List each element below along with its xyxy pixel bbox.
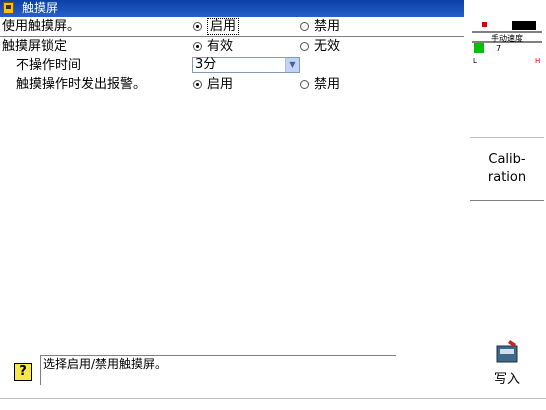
status-green-marker — [474, 43, 484, 53]
radio-lock-valid[interactable]: 有效 — [193, 37, 233, 56]
row-touch-lock: 触摸屏锁定 有效 无效 — [0, 37, 464, 56]
radio-lock-invalid[interactable]: 无效 — [300, 37, 340, 56]
row-label: 触摸屏锁定 — [2, 39, 68, 54]
row-use-touchscreen: 使用触摸屏。 启用 禁用 — [0, 17, 464, 37]
row-label: 使用触摸屏。 — [2, 19, 81, 34]
help-bar: ? 选择启用/禁用触摸屏。 — [14, 355, 398, 387]
window-title: 触摸屏 — [22, 1, 59, 15]
bottom-divider — [0, 398, 546, 399]
idle-time-select[interactable]: 3分 ▼ — [192, 57, 300, 73]
write-label: 写入 — [493, 372, 520, 387]
calibration-label-line1: Calib- — [488, 152, 526, 167]
help-icon: ? — [14, 363, 32, 381]
radio-selected-icon — [193, 80, 202, 89]
speed-value: 7 — [496, 44, 501, 53]
write-icon — [496, 340, 518, 363]
l-label: L — [473, 57, 477, 64]
calibration-button[interactable]: Calib- ration — [470, 137, 544, 201]
radio-unselected-icon — [300, 80, 309, 89]
radio-alarm-disable[interactable]: 禁用 — [300, 75, 340, 94]
radio-disable-touchscreen[interactable]: 禁用 — [300, 17, 340, 36]
radio-enable-touchscreen[interactable]: 启用 — [193, 17, 240, 36]
row-idle-time: 不操作时间 3分 ▼ — [0, 56, 464, 75]
speed-label: 手动速度 — [491, 34, 523, 43]
right-function-panel: 7 L H 手动速度 Calib- ration 写入 — [468, 0, 546, 410]
row-label: 不操作时间 — [16, 58, 82, 73]
h-label: H — [535, 57, 540, 64]
row-touch-alarm: 触摸操作时发出报警。 启用 禁用 — [0, 75, 464, 94]
chevron-down-icon[interactable]: ▼ — [285, 58, 299, 72]
radio-alarm-enable[interactable]: 启用 — [193, 75, 233, 94]
row-label: 触摸操作时发出报警。 — [16, 77, 147, 92]
radio-unselected-icon — [300, 42, 309, 51]
window-titlebar: 触摸屏 — [0, 0, 464, 17]
settings-panel: 使用触摸屏。 启用 禁用 触摸屏锁定 有效 无效 不操作时间 3分 ▼ 触摸操作… — [0, 17, 464, 395]
calibration-label-line2: ration — [487, 170, 527, 185]
radio-selected-icon — [193, 22, 202, 31]
screen-icon — [3, 2, 14, 14]
write-button[interactable]: 写入 — [470, 338, 544, 396]
radio-unselected-icon — [300, 22, 309, 31]
help-text: 选择启用/禁用触摸屏。 — [40, 355, 396, 385]
radio-selected-icon — [193, 42, 202, 51]
status-red-marker — [482, 22, 487, 27]
status-black-block — [512, 21, 536, 30]
